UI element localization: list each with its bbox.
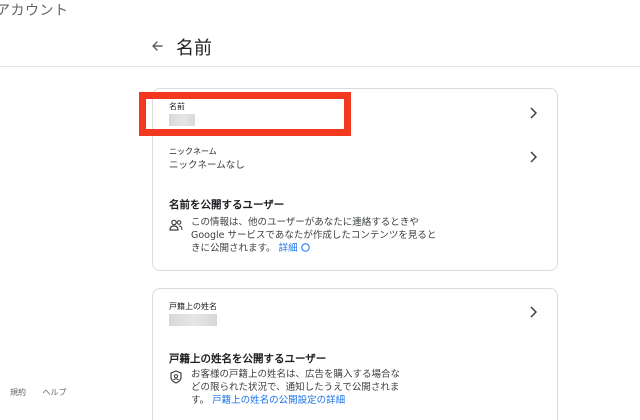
highlight-box [139, 92, 351, 136]
chevron-right-icon [530, 151, 537, 163]
legal-name-visibility-text: お客様の戸籍上の姓名は、広告を購入する場合な どの限られた状況で、通知したうえで… [191, 369, 401, 406]
legal-name-value-masked [169, 314, 217, 326]
nickname-value: ニックネームなし [169, 160, 245, 171]
nickname-label: ニックネーム [169, 147, 217, 156]
legal-name-label: 戸籍上の姓名 [169, 302, 217, 311]
legal-name-visibility-heading: 戸籍上の姓名を公開するユーザー [169, 353, 327, 365]
help-circle-icon [300, 243, 310, 252]
legal-name-row[interactable]: 戸籍上の姓名 [153, 289, 557, 339]
header-divider [0, 66, 640, 67]
name-visibility-heading: 名前を公開するユーザー [169, 199, 285, 211]
nickname-row[interactable]: ニックネーム ニックネームなし [153, 139, 557, 179]
people-icon [169, 219, 183, 231]
app-title: アカウント [0, 3, 69, 19]
shield-icon [170, 370, 182, 384]
help-link[interactable]: ヘルプ [43, 388, 67, 397]
terms-link[interactable]: 規約 [10, 388, 26, 397]
chevron-right-icon [530, 107, 537, 119]
chevron-right-icon [530, 306, 537, 318]
learn-more-link[interactable]: 詳細 [279, 243, 298, 254]
legal-name-card: 戸籍上の姓名 戸籍上の姓名を公開するユーザー お客様の戸籍上の姓名は、広告を購入… [152, 288, 558, 420]
back-arrow-icon[interactable] [149, 38, 165, 54]
account-page: アカウント 名前 名前 ニックネーム ニックネームなし 名前を公開するユーザー [0, 0, 640, 420]
name-visibility-text: この情報は、他のユーザーがあなたに連絡するときや Google サービスであなた… [191, 217, 437, 254]
legal-name-settings-link[interactable]: 戸籍上の姓名の公開設定の詳細 [212, 395, 345, 406]
page-title: 名前 [176, 38, 212, 59]
footer: 規約 ヘルプ [10, 387, 81, 398]
